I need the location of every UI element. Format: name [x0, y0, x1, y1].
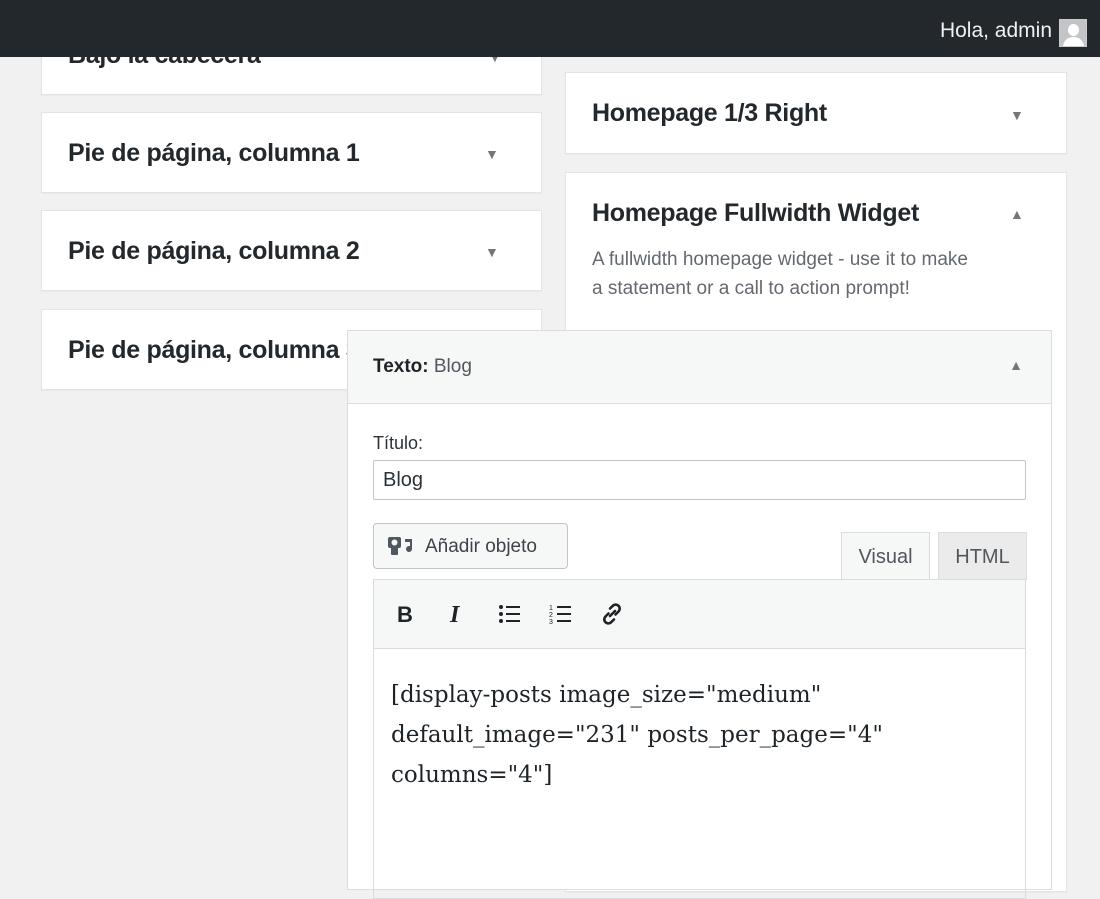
svg-text:2: 2 [549, 612, 553, 619]
italic-icon[interactable]: I [439, 596, 475, 632]
sidebar-description-line: a statement or a call to action prompt! [592, 278, 910, 299]
editor-toolbar: B I 1 2 3 [374, 580, 1025, 649]
sidebar-title: Pie de página, columna 3 [68, 336, 360, 364]
arrow-down-icon[interactable]: ▼ [485, 244, 499, 260]
svg-text:B: B [397, 602, 413, 626]
widget-type-label: Texto: [373, 356, 429, 377]
link-icon[interactable] [594, 596, 630, 632]
editor-content[interactable]: [display-posts image_size="medium" defau… [391, 675, 991, 795]
arrow-down-icon[interactable]: ▼ [1010, 107, 1024, 123]
tab-html[interactable]: HTML [938, 532, 1027, 580]
svg-text:1: 1 [549, 605, 553, 612]
arrow-up-icon[interactable]: ▲ [1010, 206, 1024, 222]
bold-icon[interactable]: B [387, 596, 423, 632]
numbered-list-icon[interactable]: 1 2 3 [543, 596, 579, 632]
sidebar-description-line: A fullwidth homepage widget - use it to … [592, 249, 968, 270]
widget-instance-title: Blog [433, 356, 472, 377]
content-line: [display-posts image_size="medium" [391, 682, 822, 708]
sidebar-pie-columna-1[interactable]: Pie de página, columna 1 ▼ [41, 112, 542, 193]
sidebar-pie-columna-2[interactable]: Pie de página, columna 2 ▼ [41, 210, 542, 291]
user-greeting[interactable]: Hola, admin [940, 0, 1052, 57]
sidebar-title: Homepage 1/3 Right [592, 99, 827, 127]
sidebar-title: Homepage Fullwidth Widget [592, 199, 919, 227]
sidebar-title: Pie de página, columna 2 [68, 237, 360, 265]
admin-bar: Hola, admin [0, 0, 1100, 57]
editor: B I 1 2 3 [display-posts image_size="med… [373, 579, 1026, 899]
svg-text:I: I [449, 602, 461, 626]
content-line: default_image="231" posts_per_page="4" [391, 722, 883, 748]
add-media-icon [388, 537, 412, 555]
sidebar-title: Pie de página, columna 1 [68, 139, 360, 167]
svg-text:3: 3 [549, 619, 553, 625]
widget-title: Texto: Blog [373, 356, 472, 378]
widget-header[interactable]: Texto: Blog ▲ [348, 331, 1051, 404]
add-media-label: Añadir objeto [425, 536, 537, 557]
user-avatar-icon[interactable] [1059, 19, 1087, 47]
title-field-label: Título: [373, 433, 424, 453]
title-input[interactable] [373, 460, 1026, 500]
arrow-up-icon[interactable]: ▲ [1009, 357, 1023, 373]
arrow-down-icon[interactable]: ▼ [485, 146, 499, 162]
sidebar-homepage-1-3-right[interactable]: Homepage 1/3 Right ▼ [565, 72, 1067, 154]
content-line: columns="4"] [391, 762, 553, 788]
add-media-button[interactable]: Añadir objeto [373, 523, 568, 569]
text-widget: Texto: Blog ▲ Título: Añadir objeto Visu… [347, 330, 1052, 899]
bulleted-list-icon[interactable] [492, 596, 528, 632]
tab-visual[interactable]: Visual [841, 532, 930, 580]
